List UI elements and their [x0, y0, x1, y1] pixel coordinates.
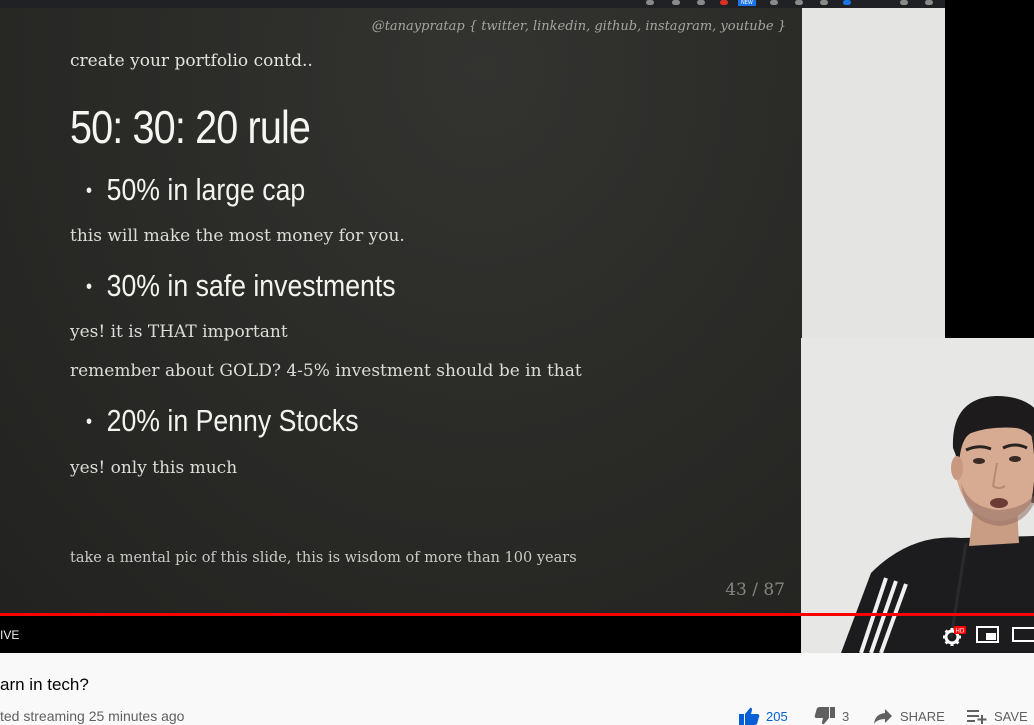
browser-toolbar-strip: NEW — [0, 0, 945, 8]
save-label: SAVE — [994, 708, 1028, 724]
dislike-count: 3 — [842, 708, 850, 724]
bullet-label: 50% in large cap — [106, 172, 306, 207]
bullet-note: this will make the most money for you. — [70, 226, 405, 246]
dislike-button[interactable]: 3 — [814, 707, 849, 725]
video-player[interactable]: NEW @tanaypratap { twitter, linkedin, gi… — [0, 0, 1034, 653]
bullet-safe-investments: • 30% in safe investments — [86, 268, 396, 303]
social-handle: @tanaypratap { twitter, linkedin, github… — [371, 19, 786, 34]
like-count: 205 — [766, 708, 788, 724]
bullet-label: 30% in safe investments — [106, 268, 396, 303]
presenter-image — [801, 338, 1034, 653]
extension-icon[interactable] — [697, 0, 705, 5]
player-controls: IVE HD — [0, 616, 1034, 653]
bullet-penny-stocks: • 20% in Penny Stocks — [86, 403, 359, 438]
share-button[interactable]: SHARE — [872, 707, 945, 725]
menu-icon[interactable] — [925, 0, 933, 5]
bullet-note: yes! it is THAT important — [70, 322, 288, 342]
live-badge[interactable]: IVE — [0, 628, 19, 642]
extension-icon[interactable] — [770, 0, 778, 5]
thumbs-down-icon — [814, 707, 835, 725]
bullet-large-cap: • 50% in large cap — [86, 172, 306, 207]
bullet-label: 20% in Penny Stocks — [106, 403, 359, 438]
theater-mode-button[interactable] — [1010, 620, 1034, 648]
playlist-add-icon — [967, 710, 987, 724]
extension-icon[interactable] — [820, 0, 828, 5]
miniplayer-button[interactable] — [974, 620, 1002, 648]
extension-icon[interactable] — [795, 0, 803, 5]
share-icon — [874, 709, 892, 724]
bullet-note: remember about GOLD? 4-5% investment sho… — [70, 361, 582, 381]
player-letterbox — [945, 0, 1034, 338]
miniplayer-icon — [976, 626, 999, 643]
slide-page-counter: 43 / 87 — [725, 580, 785, 600]
video-actions: 205 3 SHARE SAVE — [738, 707, 1034, 725]
extension-icon[interactable] — [672, 0, 680, 5]
theater-mode-icon — [1012, 627, 1034, 642]
save-button[interactable]: SAVE — [966, 707, 1028, 725]
bullet-note: yes! only this much — [70, 458, 238, 478]
svg-text:HD: HD — [955, 628, 965, 635]
webcam-overlay — [801, 338, 1034, 653]
video-title: arn in tech? — [0, 675, 89, 694]
slide-footer-note: take a mental pic of this slide, this is… — [70, 550, 577, 566]
profile-icon[interactable] — [900, 0, 908, 5]
settings-button[interactable]: HD — [940, 620, 968, 648]
slide-subtitle: create your portfolio contd.. — [70, 51, 313, 71]
extension-icon[interactable] — [720, 0, 728, 5]
slide-heading: 50: 30: 20 rule — [70, 101, 311, 153]
gear-icon: HD — [943, 626, 966, 646]
new-badge: NEW — [738, 0, 756, 6]
like-button[interactable]: 205 — [738, 707, 788, 725]
thumbs-up-icon — [739, 707, 760, 725]
share-label: SHARE — [900, 708, 945, 724]
presentation-slide: @tanaypratap { twitter, linkedin, github… — [0, 8, 802, 613]
desktop-background — [802, 8, 945, 338]
extension-icon[interactable] — [646, 0, 654, 5]
extension-icon[interactable] — [843, 0, 851, 5]
